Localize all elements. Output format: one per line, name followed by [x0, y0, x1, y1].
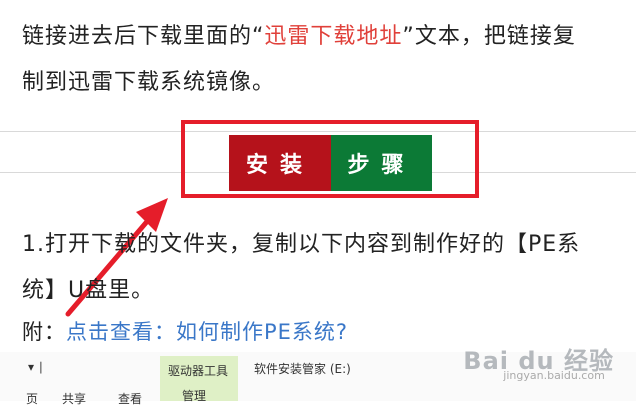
thunder-link-text: 迅雷下载地址 — [264, 24, 403, 49]
drive-tools-label: 驱动器工具 — [168, 364, 229, 378]
article-line-4: 统】U盘里。 — [22, 278, 155, 303]
menu-manage: 管理 — [182, 389, 207, 403]
watermark-url: jingyan.baidu.com — [503, 369, 605, 382]
menu-view: 查看 — [118, 392, 143, 406]
pe-guide-link[interactable]: 点击查看：如何制作PE系统? — [66, 320, 348, 344]
article-line-1: 链接进去后下载里面的“迅雷下载地址”文本，把链接复 — [22, 18, 576, 50]
quick-access-mark: ▾ ∣ — [28, 360, 44, 374]
line5-prefix: 附： — [22, 320, 66, 344]
highlight-box — [181, 120, 479, 198]
drive-tools-tab: 驱动器工具 管理 — [160, 356, 238, 403]
article-line-2: 制到迅雷下载系统镜像。 — [22, 70, 276, 95]
baidu-jingyan-watermark: Bai du 经验 jingyan.baidu.com — [463, 341, 614, 382]
line1-pre: 链接进去后下载里面的“ — [22, 24, 265, 49]
menu-share: 共享 — [62, 392, 87, 406]
article-line-3: 1.打开下载的文件夹，复制以下内容到制作好的【PE系 — [22, 232, 581, 257]
explorer-window-title: 软件安装管家 (E:) — [254, 362, 351, 376]
article-line-5: 附：点击查看：如何制作PE系统? — [22, 316, 348, 346]
line1-post: ”文本，把链接复 — [402, 24, 576, 49]
menu-left: 页 — [26, 392, 39, 406]
